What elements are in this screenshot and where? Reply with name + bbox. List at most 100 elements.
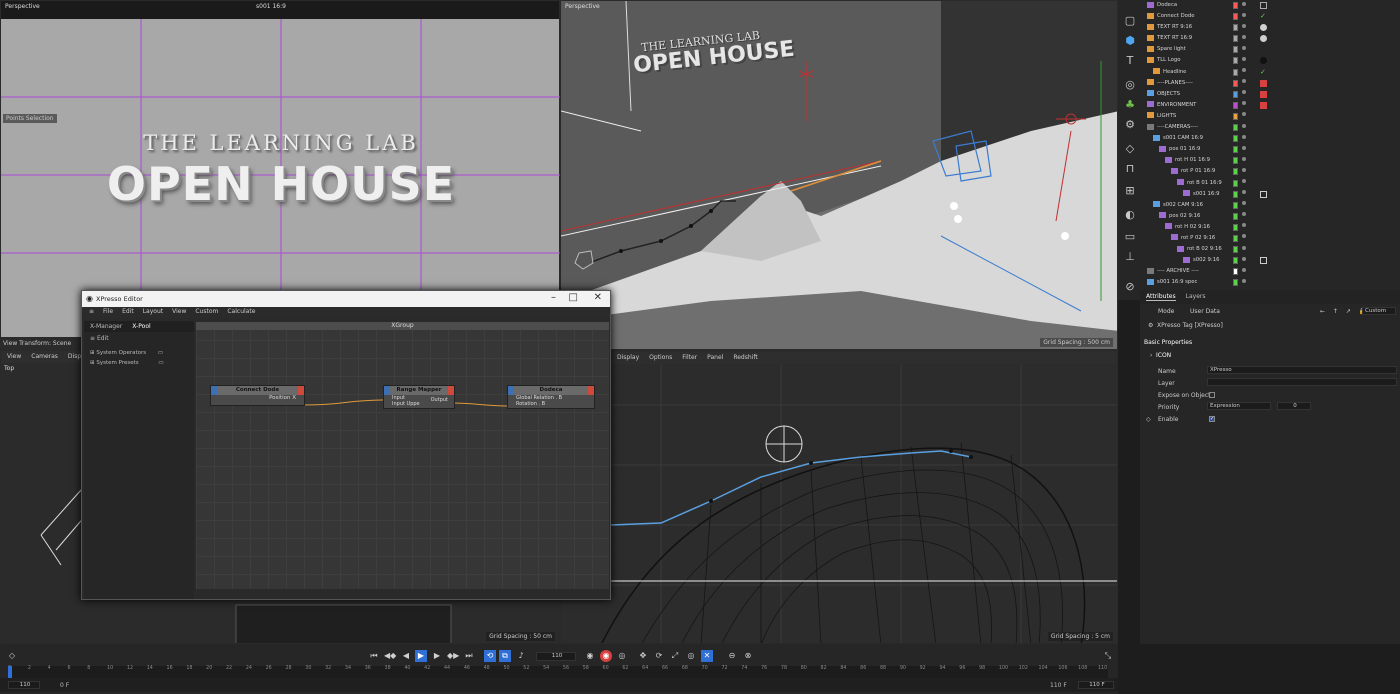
visibility-dot-icon[interactable] bbox=[1242, 123, 1246, 128]
layer-color-swatch[interactable] bbox=[1233, 146, 1238, 154]
visibility-dot-icon[interactable] bbox=[1242, 278, 1246, 283]
object-row[interactable]: rot P 01 16:9 bbox=[1143, 166, 1400, 177]
object-row[interactable]: s001 16:9 bbox=[1143, 189, 1400, 200]
visibility-dot-icon[interactable] bbox=[1242, 90, 1246, 95]
user-data-menu[interactable]: User Data bbox=[1190, 308, 1220, 315]
visibility-dot-icon[interactable] bbox=[1242, 167, 1246, 172]
step-forward-icon[interactable]: ▶ bbox=[431, 650, 443, 662]
gear-icon[interactable]: ⚙ bbox=[1123, 118, 1137, 132]
light-icon[interactable]: ◐ bbox=[1123, 208, 1137, 222]
layer-color-swatch[interactable] bbox=[1233, 234, 1238, 242]
viewport-bottom-right[interactable]: Display Options Filter Panel Redshift Gr… bbox=[560, 350, 1118, 644]
visibility-dot-icon[interactable] bbox=[1242, 112, 1246, 117]
tab-attributes[interactable]: Attributes bbox=[1146, 293, 1176, 301]
tab-x-manager[interactable]: X-Manager bbox=[90, 323, 122, 330]
layer-color-swatch[interactable] bbox=[1233, 46, 1238, 54]
menu-view[interactable]: View bbox=[172, 308, 186, 317]
check-tag-icon[interactable]: ✓ bbox=[1260, 68, 1267, 76]
object-row[interactable]: s001 CAM 16:9 bbox=[1143, 133, 1400, 144]
mode-menu[interactable]: Mode bbox=[1158, 308, 1174, 315]
viewport-top-right[interactable]: Perspective THE LEARNING LAB OPEN HOUSE … bbox=[560, 0, 1118, 350]
move-key-icon[interactable]: ✥ bbox=[637, 650, 649, 662]
object-row[interactable]: ----CAMERAS---- bbox=[1143, 122, 1400, 133]
menu-filter[interactable]: Filter bbox=[682, 354, 697, 362]
visibility-dot-icon[interactable] bbox=[1242, 223, 1246, 228]
sphere-tag-icon[interactable] bbox=[1260, 35, 1267, 43]
floor-icon[interactable]: ⊥ bbox=[1123, 250, 1137, 264]
object-row[interactable]: TLL Logo bbox=[1143, 55, 1400, 66]
range-icon[interactable]: ⧉ bbox=[499, 650, 511, 662]
enable-tool-icon[interactable]: ⊘ bbox=[1123, 280, 1137, 294]
pla-key-icon[interactable]: ✕ bbox=[701, 650, 713, 662]
object-row[interactable]: ---- ARCHIVE ---- bbox=[1143, 266, 1400, 277]
mograph-icon[interactable]: ♣ bbox=[1123, 98, 1137, 112]
port-rotation[interactable]: Rotation . B bbox=[516, 401, 594, 407]
frame-ruler[interactable]: 0246810121416182022242628303234363840424… bbox=[8, 666, 1108, 678]
tab-x-pool[interactable]: X-Pool bbox=[132, 323, 150, 330]
play-icon[interactable]: ▶ bbox=[415, 650, 427, 662]
object-row[interactable]: TEXT RT 9:16 bbox=[1143, 22, 1400, 33]
xgroup-canvas[interactable]: XGroup Connect Dode Position X Range Map… bbox=[196, 322, 609, 589]
object-row[interactable]: LIGHTS bbox=[1143, 111, 1400, 122]
scale-key-icon[interactable]: ⤢ bbox=[669, 650, 681, 662]
object-row[interactable]: Spare light bbox=[1143, 44, 1400, 55]
layer-color-swatch[interactable] bbox=[1233, 201, 1238, 209]
visibility-dot-icon[interactable] bbox=[1242, 145, 1246, 150]
layer-color-swatch[interactable] bbox=[1233, 112, 1238, 120]
icon-toggle[interactable]: › bbox=[1150, 352, 1152, 359]
spline-icon[interactable]: ◎ bbox=[1123, 78, 1137, 92]
camera-icon[interactable]: ▭ bbox=[1123, 230, 1137, 244]
node-connect-dode[interactable]: Connect Dode Position X bbox=[210, 385, 305, 406]
xpresso-editor-window[interactable]: ◉ XPresso Editor – □ ✕ ≡ File Edit Layou… bbox=[81, 290, 611, 600]
autokey-icon[interactable]: ◉ bbox=[600, 650, 612, 662]
mesh-tag-icon[interactable] bbox=[1260, 2, 1267, 9]
menu-panel[interactable]: Panel bbox=[707, 354, 723, 362]
menu-redshift[interactable]: Redshift bbox=[733, 354, 757, 362]
text-tool-icon[interactable]: T bbox=[1123, 54, 1137, 68]
visibility-dot-icon[interactable] bbox=[1242, 134, 1246, 139]
keyframe-selection-icon[interactable]: ◎ bbox=[616, 650, 628, 662]
layer-color-swatch[interactable] bbox=[1233, 168, 1238, 176]
tree-item-system-operators[interactable]: ⊞ System Operators ▭ bbox=[90, 348, 188, 358]
sphere-tag-icon[interactable] bbox=[1260, 24, 1267, 32]
param-key-icon[interactable]: ◎ bbox=[685, 650, 697, 662]
layer-color-swatch[interactable] bbox=[1233, 279, 1238, 287]
layer-color-swatch[interactable] bbox=[1233, 101, 1238, 109]
expand-timeline-icon[interactable]: ⤡ bbox=[1102, 650, 1114, 662]
scheme-icon[interactable]: ⊗ bbox=[742, 650, 754, 662]
visibility-dot-icon[interactable] bbox=[1242, 201, 1246, 206]
loop-icon[interactable]: ⟲ bbox=[484, 650, 496, 662]
close-icon[interactable]: ✕ bbox=[594, 292, 602, 303]
layer-color-swatch[interactable] bbox=[1233, 68, 1238, 76]
menu-custom[interactable]: Custom bbox=[195, 308, 218, 317]
layer-color-swatch[interactable] bbox=[1233, 212, 1238, 220]
layer-color-swatch[interactable] bbox=[1233, 35, 1238, 43]
name-field[interactable]: XPresso bbox=[1207, 366, 1397, 374]
fps-field[interactable]: 110 bbox=[536, 652, 576, 661]
object-row[interactable]: ENVIRONMENT bbox=[1143, 100, 1400, 111]
menu-view[interactable]: View bbox=[7, 353, 21, 361]
visibility-dot-icon[interactable] bbox=[1242, 256, 1246, 261]
menu-cameras[interactable]: Cameras bbox=[31, 353, 58, 361]
layer-color-swatch[interactable] bbox=[1233, 190, 1238, 198]
layer-color-swatch[interactable] bbox=[1233, 157, 1238, 165]
playhead[interactable] bbox=[8, 666, 12, 678]
object-row[interactable]: TEXT RT 16:9 bbox=[1143, 33, 1400, 44]
object-row[interactable]: rot H 01 16:9 bbox=[1143, 155, 1400, 166]
port-position-x[interactable]: Position X bbox=[211, 395, 304, 401]
visibility-dot-icon[interactable] bbox=[1242, 101, 1246, 106]
edit-menu[interactable]: Edit bbox=[97, 335, 109, 342]
object-row[interactable]: Headline ✓ bbox=[1143, 67, 1400, 78]
visibility-dot-icon[interactable] bbox=[1242, 267, 1246, 272]
layer-color-swatch[interactable] bbox=[1233, 90, 1238, 98]
keyframe-diamond-icon[interactable]: ◇ bbox=[6, 650, 18, 662]
visibility-dot-icon[interactable] bbox=[1242, 212, 1246, 217]
priority-dropdown[interactable]: Expression bbox=[1207, 402, 1271, 410]
cam-tag-icon[interactable] bbox=[1260, 257, 1267, 265]
enable-checkbox[interactable]: ✓ bbox=[1209, 416, 1215, 422]
layer-color-swatch[interactable] bbox=[1233, 79, 1238, 87]
start-frame-field[interactable]: 110 bbox=[8, 681, 40, 689]
object-row[interactable]: rot P 02 9:16 bbox=[1143, 233, 1400, 244]
menu-hamburger-icon[interactable]: ≡ bbox=[90, 335, 97, 342]
object-manager[interactable]: Dodeca Connect Dode ✓ TEXT RT 9:16 TEXT RT 1… bbox=[1143, 0, 1400, 290]
